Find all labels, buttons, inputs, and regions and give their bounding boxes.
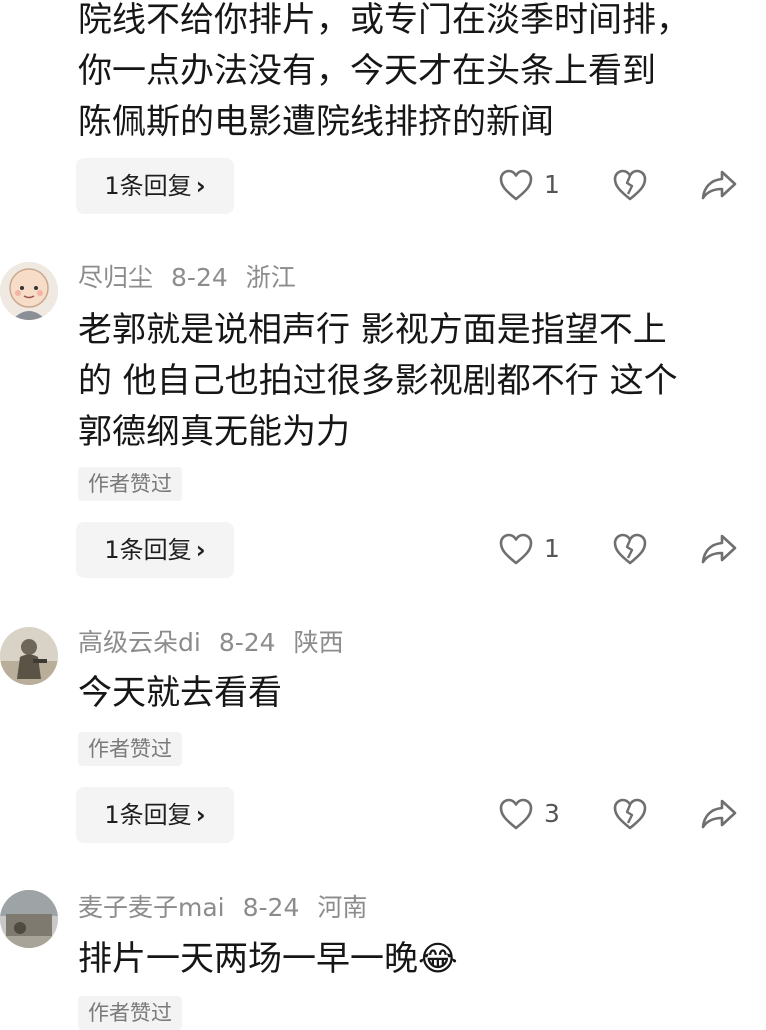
comment-meta: 麦子麦子mai 8-24 河南 (78, 892, 385, 924)
comment-text-line: 排片一天两场一早一晚😂 (78, 939, 458, 979)
like-count: 3 (544, 799, 560, 828)
comment-location: 河南 (317, 893, 368, 922)
broken-heart-icon[interactable] (612, 532, 648, 566)
comment-text: 排片一天两场一早一晚😂 (78, 934, 738, 985)
author-liked-badge: 作者赞过 (78, 996, 182, 1030)
broken-heart-icon[interactable] (612, 797, 648, 831)
username[interactable]: 尽归尘 (78, 263, 153, 292)
comment-text: 老郭就是说相声行 影视方面是指望不上 的 他自己也拍过很多影视剧都不行 这个 郭… (78, 305, 738, 458)
like-count: 1 (544, 534, 560, 563)
avatar[interactable] (0, 262, 58, 320)
share-arrow-icon[interactable] (700, 532, 738, 566)
comment-date: 8-24 (218, 628, 276, 657)
comment-actions: 1 (0, 522, 766, 578)
comment-location: 陕西 (293, 628, 344, 657)
heart-icon[interactable] (498, 168, 534, 202)
author-liked-badge: 作者赞过 (78, 732, 182, 766)
comment-text-line: 的 他自己也拍过很多影视剧都不行 这个 (78, 361, 678, 401)
share-arrow-icon[interactable] (700, 797, 738, 831)
like-count: 1 (544, 170, 560, 199)
heart-icon[interactable] (498, 532, 534, 566)
comment-text: 今天就去看看 (78, 668, 738, 719)
comment-text-line: 院线不给你排片，或专门在淡季时间排， (78, 0, 690, 40)
author-liked-badge: 作者赞过 (78, 467, 182, 501)
comment-date: 8-24 (171, 263, 228, 292)
comment-text-line: 老郭就是说相声行 影视方面是指望不上 (78, 310, 667, 350)
avatar[interactable] (0, 890, 58, 948)
comment-date: 8-24 (242, 893, 300, 922)
avatar[interactable] (0, 627, 58, 685)
comment-text-line: 郭德纲真无能为力 (78, 412, 350, 452)
heart-icon[interactable] (498, 797, 534, 831)
comment-text-line: 今天就去看看 (78, 673, 282, 713)
comment-meta: 高级云朵di 8-24 陕西 (78, 627, 362, 659)
broken-heart-icon[interactable] (612, 168, 648, 202)
username[interactable]: 麦子麦子mai (78, 893, 225, 922)
comment-text-line: 你一点办法没有，今天才在头条上看到 (78, 51, 656, 91)
comment-actions: 3 (0, 787, 766, 843)
share-arrow-icon[interactable] (700, 168, 738, 202)
comment-meta: 尽归尘 8-24 浙江 (78, 262, 314, 294)
comment-text: 院线不给你排片，或专门在淡季时间排， 你一点办法没有，今天才在头条上看到 陈佩斯… (78, 0, 738, 148)
comment-location: 浙江 (245, 263, 296, 292)
comment-actions: 1 (0, 158, 766, 214)
comment-text-line: 陈佩斯的电影遭院线排挤的新闻 (78, 102, 554, 142)
username[interactable]: 高级云朵di (78, 628, 201, 657)
